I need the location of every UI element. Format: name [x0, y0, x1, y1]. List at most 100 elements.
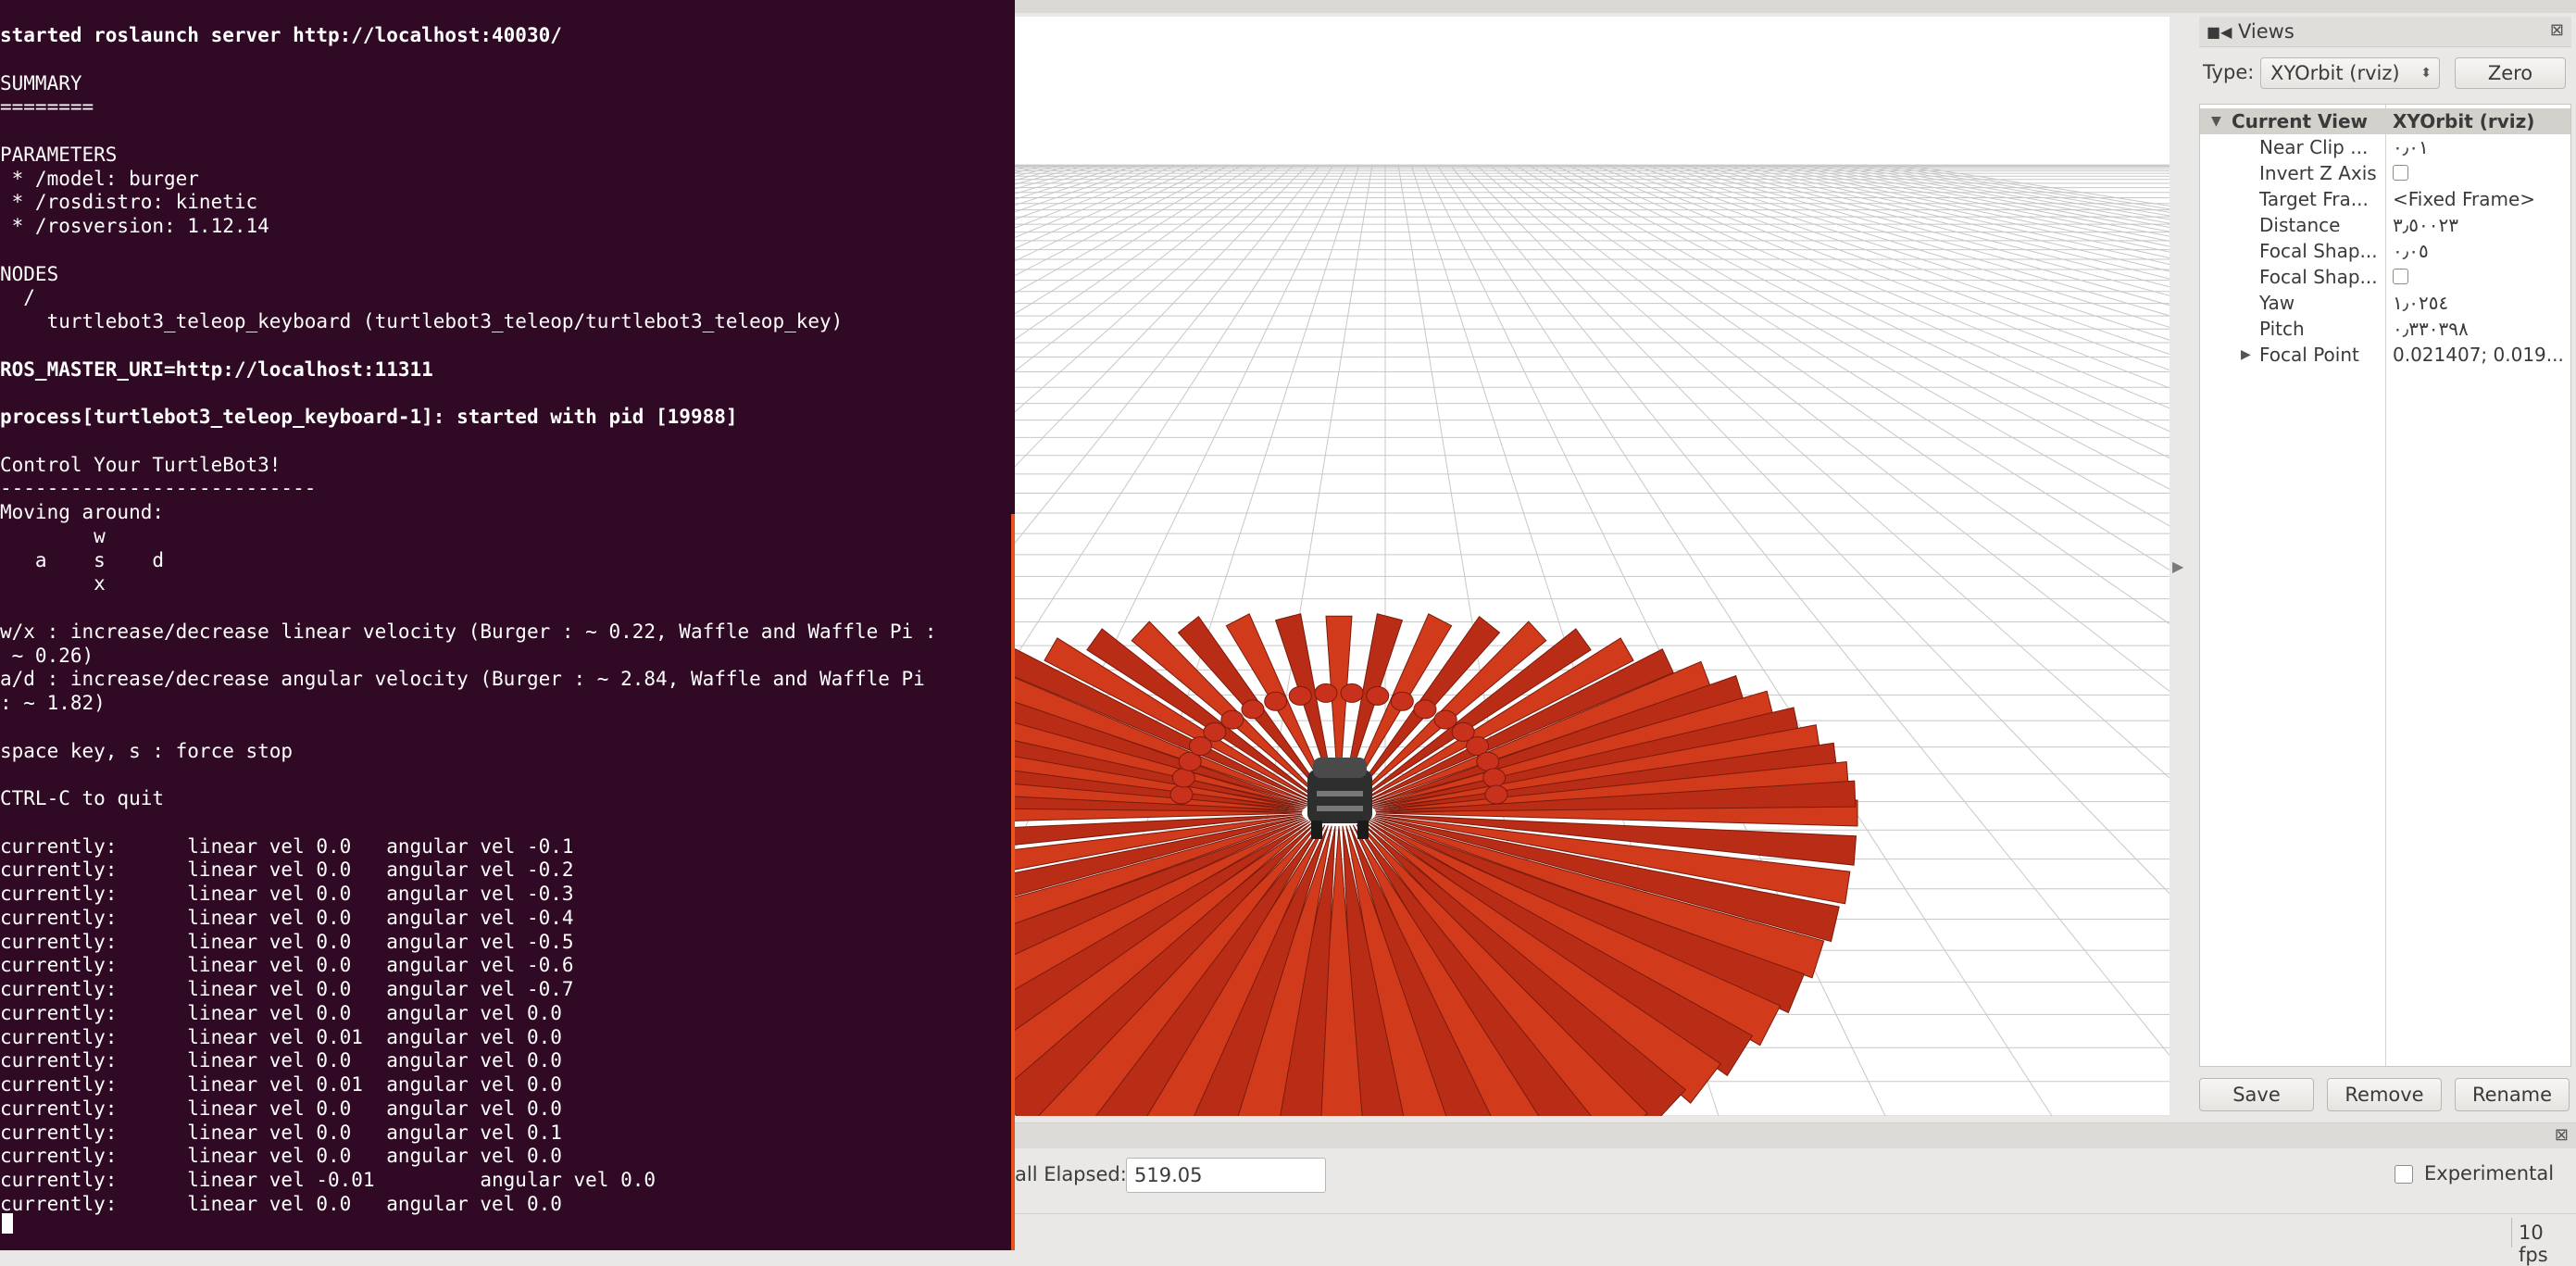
wall-elapsed-label: all Elapsed: [1015, 1163, 1127, 1185]
prop-name: Focal Shap... [2259, 240, 2378, 262]
arrow-head [1484, 784, 1508, 805]
prop-value[interactable]: <Fixed Frame> [2393, 186, 2569, 212]
invert-z-checkbox[interactable] [2393, 165, 2408, 181]
expand-right-arrow-icon[interactable]: ▶ [2241, 342, 2251, 368]
prop-name: Invert Z Axis [2259, 162, 2377, 184]
prop-name: Focal Shap... [2259, 266, 2378, 288]
view-properties-tree[interactable]: ▼ Current View XYOrbit (rviz) Near Clip … [2199, 104, 2571, 1067]
prop-name: Yaw [2259, 292, 2295, 314]
arrow-head [1171, 768, 1195, 788]
arrow-head [1366, 685, 1390, 706]
arrow-head [1220, 709, 1244, 730]
arrow-head [1288, 685, 1312, 706]
views-title: Views [2238, 20, 2295, 43]
terminal-line: Moving around: [0, 501, 165, 523]
prop-yaw[interactable]: Yaw ١٫٠٢٥٤ [2200, 290, 2570, 316]
terminal-line: currently: linear vel 0.0 angular vel -0… [0, 930, 574, 953]
wall-elapsed-field[interactable]: 519.05 [1126, 1158, 1326, 1193]
splitter-collapse-arrow-icon[interactable]: ▶ [2172, 553, 2191, 581]
terminal-line: currently: linear vel 0.0 angular vel -0… [0, 954, 574, 977]
type-label: Type: [2203, 61, 2255, 83]
arrow-head [1169, 784, 1194, 805]
terminal-line: currently: linear vel 0.0 angular vel 0.… [0, 1145, 562, 1168]
status-separator [2511, 1218, 2512, 1247]
remove-button[interactable]: Remove [2327, 1078, 2442, 1111]
experimental-label: Experimental [2424, 1162, 2555, 1185]
arrow-head [1433, 709, 1457, 730]
arrow-head [1390, 691, 1414, 711]
focal-shape-checkbox[interactable] [2393, 269, 2408, 284]
prop-distance[interactable]: Distance ٣٫٥٠٠٢٣ [2200, 212, 2570, 238]
current-view-row[interactable]: ▼ Current View XYOrbit (rviz) [2200, 108, 2570, 134]
terminal-line: currently: linear vel 0.0 angular vel 0.… [0, 1121, 562, 1144]
terminal-line: SUMMARY [0, 71, 82, 94]
prop-focal-point[interactable]: ▶ Focal Point 0.021407; 0.019... [2200, 342, 2570, 368]
rviz-3d-render-view[interactable] [1015, 17, 2170, 1116]
terminal-line: currently: linear vel 0.0 angular vel -0… [0, 978, 574, 1000]
terminal-line: currently: linear vel 0.0 angular vel -0… [0, 883, 574, 905]
status-bar: 10 fps [1015, 1213, 2576, 1266]
arrow-head [1241, 699, 1265, 720]
terminal-line: * /model: burger [0, 167, 199, 190]
arrow-head [1482, 768, 1507, 788]
arrow-head [1264, 691, 1288, 711]
prop-value[interactable]: ٠٫٣٣٠٣٩٨ [2393, 316, 2569, 342]
views-close-icon[interactable]: ⊠ [2550, 20, 2564, 40]
terminal-line: space key, s : force stop [0, 739, 294, 762]
prop-focal-shape-fixed[interactable]: Focal Shap... [2200, 264, 2570, 290]
views-title-bar[interactable]: ■◀ Views ⊠ [2199, 17, 2571, 47]
terminal-line: currently: linear vel 0.0 angular vel 0.… [0, 1049, 562, 1072]
terminal-line: NODES [0, 262, 59, 285]
terminal-line: currently: linear vel 0.0 angular vel 0.… [0, 1097, 562, 1120]
prop-value[interactable]: ١٫٠٢٥٤ [2393, 290, 2569, 316]
terminal-line: w/x : increase/decrease linear velocity … [0, 620, 937, 643]
terminal-line: currently: linear vel 0.0 angular vel 0.… [0, 1001, 562, 1024]
prop-name: Focal Point [2259, 344, 2359, 366]
prop-value[interactable]: ٠٫٠١ [2393, 134, 2569, 160]
terminal-line: : ~ 1.82) [0, 692, 106, 714]
terminal-line: ======== [0, 95, 94, 119]
terminal-line: * /rosversion: 1.12.14 [0, 215, 269, 237]
terminal-line: PARAMETERS [0, 143, 118, 166]
arrow-head [1476, 751, 1500, 771]
time-close-icon[interactable]: ⊠ [2555, 1125, 2569, 1145]
view-type-select[interactable]: XYOrbit (rviz) ⬍ [2260, 57, 2440, 89]
save-button[interactable]: Save [2199, 1078, 2314, 1111]
rename-button[interactable]: Rename [2455, 1078, 2570, 1111]
terminal-line: ~ 0.26) [0, 644, 94, 667]
camera-icon: ■◀ [2207, 23, 2232, 41]
arrow-head [1413, 699, 1437, 720]
terminal-line: x [0, 572, 106, 595]
expand-down-arrow-icon[interactable]: ▼ [2211, 108, 2221, 134]
current-view-label: Current View [2232, 110, 2368, 132]
terminal-cursor [2, 1213, 13, 1234]
arrow-head [1340, 683, 1364, 703]
terminal-line: currently: linear vel 0.0 angular vel -0… [0, 906, 574, 929]
views-panel: ■◀ Views ⊠ Type: XYOrbit (rviz) ⬍ Zero ▼… [2197, 17, 2576, 1116]
terminal-line: --------------------------- [0, 477, 317, 500]
prop-invert-z-axis[interactable]: Invert Z Axis [2200, 160, 2570, 186]
arrow-head [1203, 721, 1227, 742]
prop-value[interactable]: 0.021407; 0.019... [2393, 342, 2569, 368]
prop-focal-shape-size[interactable]: Focal Shap... ٠٫٠٥ [2200, 238, 2570, 264]
experimental-checkbox[interactable] [2395, 1165, 2413, 1184]
terminal-line: turtlebot3_teleop_keyboard (turtlebot3_t… [0, 310, 844, 332]
terminal-line: currently: linear vel 0.0 angular vel -0… [0, 834, 574, 858]
time-panel-title-bar: ⊠ [1015, 1122, 2576, 1149]
scene-canvas [1015, 17, 2170, 1116]
zero-button[interactable]: Zero [2455, 57, 2566, 89]
terminal-line: currently: linear vel 0.0 angular vel 0.… [0, 1192, 562, 1215]
terminal-line: w [0, 524, 106, 547]
prop-near-clip[interactable]: Near Clip ... ٠٫٠١ [2200, 134, 2570, 160]
terminal-window[interactable]: started roslaunch server http://localhos… [0, 0, 1015, 1250]
prop-value[interactable]: ٠٫٠٥ [2393, 238, 2569, 264]
prop-pitch[interactable]: Pitch ٠٫٣٣٠٣٩٨ [2200, 316, 2570, 342]
terminal-line: currently: linear vel 0.01 angular vel 0… [0, 1025, 562, 1048]
prop-target-frame[interactable]: Target Fra... <Fixed Frame> [2200, 186, 2570, 212]
prop-value[interactable]: ٣٫٥٠٠٢٣ [2393, 212, 2569, 238]
prop-name: Target Fra... [2259, 188, 2369, 210]
